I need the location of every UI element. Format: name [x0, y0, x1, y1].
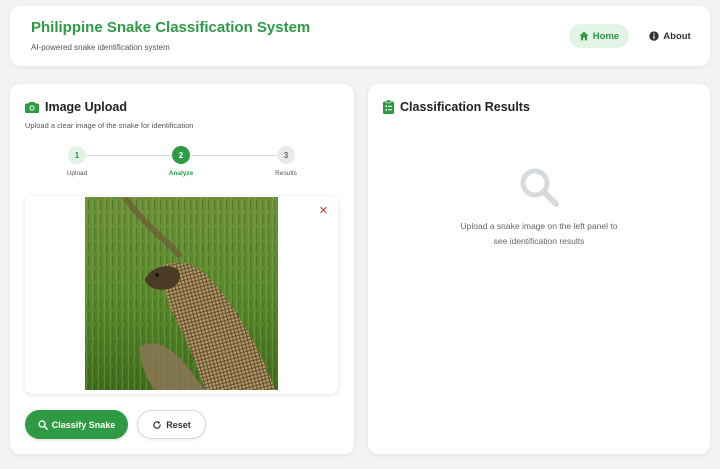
step-upload: 1 Upload — [47, 146, 107, 177]
classify-label: Classify Snake — [51, 419, 116, 430]
remove-image-icon[interactable]: ✕ — [319, 204, 328, 217]
search-icon — [520, 168, 559, 207]
reset-button[interactable]: Reset — [137, 410, 206, 439]
step-label: Upload — [66, 170, 88, 177]
camera-icon — [25, 102, 39, 113]
app-title: Philippine Snake Classification System — [31, 19, 311, 36]
snake-photo — [85, 197, 278, 390]
classify-snake-button[interactable]: Classify Snake — [25, 410, 128, 439]
info-icon — [649, 31, 659, 41]
step-analyze: 2 Analyze — [151, 146, 211, 177]
clipboard-icon — [383, 100, 394, 114]
results-panel-title: Classification Results — [383, 100, 530, 114]
upload-title-text: Image Upload — [45, 100, 127, 114]
upload-panel-title: Image Upload — [25, 100, 127, 114]
progress-stepper: 1 Upload 2 Analyze 3 Results — [10, 146, 354, 186]
app-subtitle: AI-powered snake identification system — [31, 43, 170, 52]
empty-results-message: Upload a snake image on the left panel t… — [460, 221, 618, 246]
image-preview: ✕ — [25, 196, 338, 394]
nav-about-label: About — [663, 30, 691, 42]
home-icon — [579, 31, 589, 41]
step-label: Analyze — [168, 170, 194, 177]
step-number: 2 — [172, 146, 190, 164]
app-header: Philippine Snake Classification System A… — [10, 6, 710, 66]
upload-description: Upload a clear image of the snake for id… — [25, 121, 194, 130]
step-number: 3 — [277, 146, 295, 164]
results-title-text: Classification Results — [400, 100, 530, 114]
step-label: Results — [275, 170, 297, 177]
refresh-icon — [153, 420, 161, 429]
nav-home-label: Home — [592, 30, 620, 42]
nav-home-button[interactable]: Home — [569, 24, 629, 48]
upload-panel: Image Upload Upload a clear image of the… — [10, 84, 354, 454]
step-results: 3 Results — [256, 146, 316, 177]
reset-label: Reset — [166, 419, 191, 430]
nav-about-button[interactable]: About — [642, 24, 698, 48]
results-panel: Classification Results Upload a snake im… — [368, 84, 710, 454]
search-icon — [38, 419, 48, 430]
step-number: 1 — [68, 146, 86, 164]
